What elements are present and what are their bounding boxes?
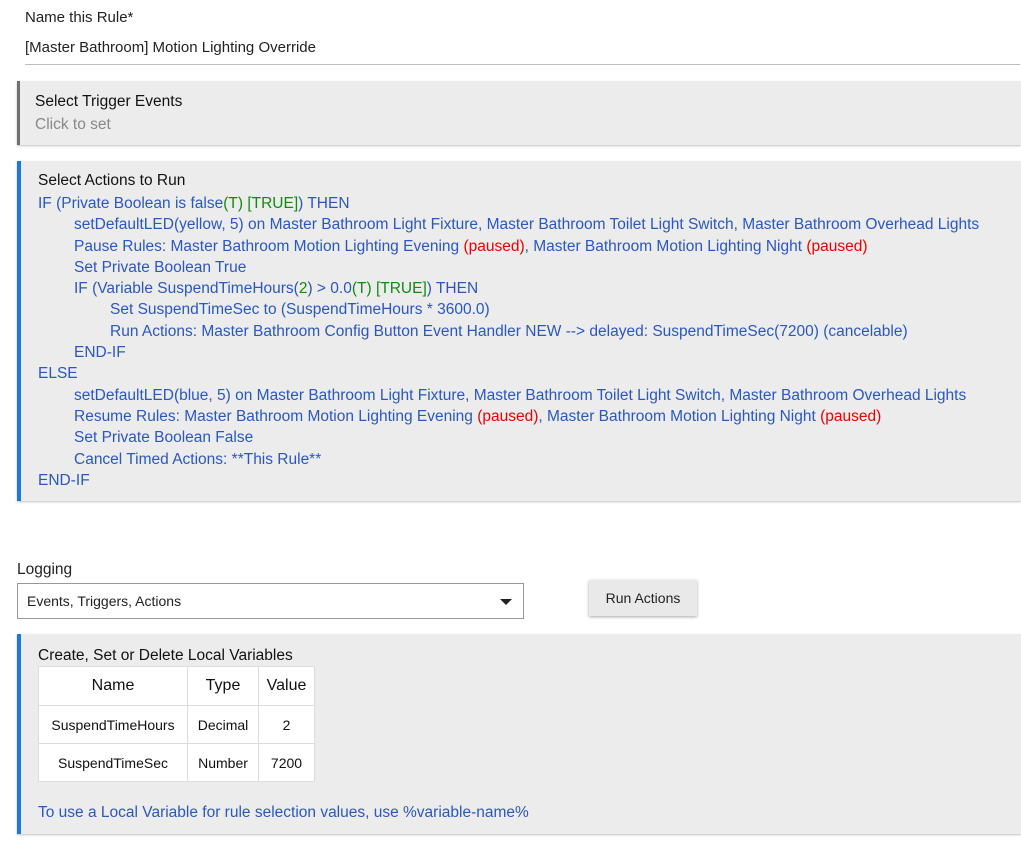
table-row[interactable]: SuspendTimeHours Decimal 2 [38, 705, 315, 744]
column-header-type: Type [187, 666, 259, 706]
rule-name-underline [25, 64, 1020, 65]
action-line: IF (Private Boolean is false(T) [TRUE]) … [38, 193, 979, 214]
action-line: END-IF [38, 342, 979, 363]
action-line: Set Private Boolean False [38, 427, 979, 448]
action-segment: ) > 0.0 [307, 280, 352, 298]
select-trigger-events-panel[interactable]: Select Trigger Events Click to set [17, 81, 1021, 145]
variable-type-cell[interactable]: Decimal [187, 705, 259, 744]
table-row[interactable]: SuspendTimeSec Number 7200 [38, 743, 315, 782]
action-segment: , Master Bathroom Motion Lighting Night [524, 237, 807, 255]
action-segment: Resume Rules: Master Bathroom Motion Lig… [74, 407, 478, 425]
action-line: setDefaultLED(blue, 5) on Master Bathroo… [38, 385, 979, 406]
action-line: ELSE [38, 363, 979, 384]
action-line: Set SuspendTimeSec to (SuspendTimeHours … [38, 299, 979, 320]
action-segment: (paused) [806, 237, 868, 255]
logging-select[interactable]: Events, Triggers, Actions [17, 583, 524, 619]
action-line: Pause Rules: Master Bathroom Motion Ligh… [38, 236, 979, 257]
local-variables-title: Create, Set or Delete Local Variables [38, 647, 293, 664]
action-line: IF (Variable SuspendTimeHours(2) > 0.0(T… [38, 278, 979, 299]
trigger-panel-hint: Click to set [35, 116, 111, 133]
actions-panel-title: Select Actions to Run [38, 172, 186, 189]
local-variables-note: To use a Local Variable for rule selecti… [38, 804, 529, 821]
variable-name-cell[interactable]: SuspendTimeSec [38, 743, 188, 782]
caret-down-icon [500, 599, 512, 605]
action-line: setDefaultLED(yellow, 5) on Master Bathr… [38, 214, 979, 235]
rule-name-label: Name this Rule* [25, 9, 134, 26]
action-segment: END-IF [74, 344, 126, 362]
action-line: Set Private Boolean True [38, 257, 979, 278]
logging-label: Logging [17, 561, 73, 578]
action-segment: (paused) [820, 407, 882, 425]
rule-name-input[interactable]: [Master Bathroom] Motion Lighting Overri… [25, 39, 316, 56]
select-actions-panel[interactable]: Select Actions to Run IF (Private Boolea… [17, 161, 1021, 501]
column-header-value: Value [258, 666, 315, 706]
action-segment: Set SuspendTimeSec to (SuspendTimeHours … [110, 301, 490, 319]
logging-selected-value: Events, Triggers, Actions [27, 593, 182, 609]
action-segment: Set Private Boolean False [74, 429, 254, 447]
action-segment: ) THEN [298, 195, 350, 212]
local-variables-panel[interactable]: Create, Set or Delete Local Variables Na… [17, 634, 1021, 834]
action-segment: Set Private Boolean True [74, 258, 247, 276]
action-segment: ) THEN [426, 280, 479, 298]
trigger-panel-title: Select Trigger Events [35, 93, 183, 110]
action-segment: (paused) [477, 407, 539, 425]
action-segment: Run Actions: Master Bathroom Config Butt… [110, 322, 908, 340]
action-line: Cancel Timed Actions: **This Rule** [38, 449, 979, 470]
variable-value-cell[interactable]: 7200 [258, 743, 315, 782]
variable-type-cell[interactable]: Number [187, 743, 259, 782]
action-segment: , Master Bathroom Motion Lighting Night [538, 407, 821, 425]
action-segment: (T) [TRUE] [223, 195, 299, 212]
action-segment: (T) [TRUE] [351, 280, 427, 298]
action-segment: ELSE [38, 365, 78, 383]
run-actions-button[interactable]: Run Actions [589, 580, 697, 616]
variable-value-cell[interactable]: 2 [258, 705, 315, 744]
action-segment: Pause Rules: Master Bathroom Motion Ligh… [74, 237, 464, 255]
action-segment: setDefaultLED(blue, 5) on Master Bathroo… [74, 386, 967, 404]
column-header-name: Name [38, 666, 188, 706]
action-segment: (paused) [463, 237, 525, 255]
local-variables-table: Name Type Value SuspendTimeHours Decimal… [38, 666, 315, 782]
action-lines: IF (Private Boolean is false(T) [TRUE]) … [38, 193, 979, 491]
action-line: Resume Rules: Master Bathroom Motion Lig… [38, 406, 979, 427]
action-line: Run Actions: Master Bathroom Config Butt… [38, 321, 979, 342]
variable-name-cell[interactable]: SuspendTimeHours [38, 705, 188, 744]
table-header-row: Name Type Value [38, 666, 315, 706]
action-segment: Cancel Timed Actions: **This Rule** [74, 450, 322, 468]
action-segment: IF (Variable SuspendTimeHours( [74, 280, 299, 298]
action-segment: setDefaultLED(yellow, 5) on Master Bathr… [74, 216, 980, 234]
action-line: END-IF [38, 470, 979, 491]
action-segment: END-IF [38, 471, 90, 489]
action-segment: IF (Private Boolean is false [38, 195, 224, 212]
